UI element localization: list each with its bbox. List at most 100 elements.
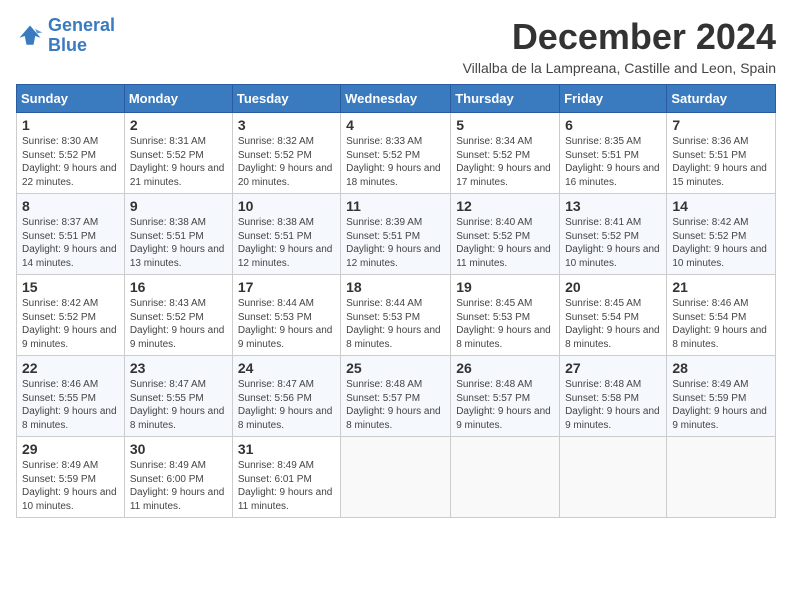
day-number: 26 bbox=[456, 360, 554, 376]
calendar-cell bbox=[451, 437, 560, 518]
cell-info: Sunrise: 8:32 AMSunset: 5:52 PMDaylight:… bbox=[238, 135, 335, 189]
cell-info: Sunrise: 8:48 AMSunset: 5:57 PMDaylight:… bbox=[346, 378, 445, 432]
day-number: 27 bbox=[565, 360, 661, 376]
day-header-monday: Monday bbox=[124, 85, 232, 113]
day-header-sunday: Sunday bbox=[17, 85, 125, 113]
cell-info: Sunrise: 8:44 AMSunset: 5:53 PMDaylight:… bbox=[346, 297, 445, 351]
day-number: 12 bbox=[456, 198, 554, 214]
day-number: 19 bbox=[456, 279, 554, 295]
day-number: 17 bbox=[238, 279, 335, 295]
calendar-cell: 9 Sunrise: 8:38 AMSunset: 5:51 PMDaylight… bbox=[124, 194, 232, 275]
cell-info: Sunrise: 8:43 AMSunset: 5:52 PMDaylight:… bbox=[130, 297, 227, 351]
day-number: 23 bbox=[130, 360, 227, 376]
calendar-cell bbox=[667, 437, 776, 518]
calendar-cell: 18 Sunrise: 8:44 AMSunset: 5:53 PMDayligh… bbox=[341, 275, 451, 356]
cell-info: Sunrise: 8:42 AMSunset: 5:52 PMDaylight:… bbox=[672, 216, 770, 270]
day-number: 4 bbox=[346, 117, 445, 133]
calendar-cell: 10 Sunrise: 8:38 AMSunset: 5:51 PMDayligh… bbox=[232, 194, 340, 275]
day-number: 14 bbox=[672, 198, 770, 214]
cell-info: Sunrise: 8:41 AMSunset: 5:52 PMDaylight:… bbox=[565, 216, 661, 270]
calendar-cell: 23 Sunrise: 8:47 AMSunset: 5:55 PMDayligh… bbox=[124, 356, 232, 437]
day-number: 13 bbox=[565, 198, 661, 214]
cell-info: Sunrise: 8:46 AMSunset: 5:54 PMDaylight:… bbox=[672, 297, 770, 351]
cell-info: Sunrise: 8:48 AMSunset: 5:57 PMDaylight:… bbox=[456, 378, 554, 432]
calendar-cell bbox=[560, 437, 667, 518]
calendar-cell: 11 Sunrise: 8:39 AMSunset: 5:51 PMDayligh… bbox=[341, 194, 451, 275]
calendar-cell: 17 Sunrise: 8:44 AMSunset: 5:53 PMDayligh… bbox=[232, 275, 340, 356]
calendar-cell: 4 Sunrise: 8:33 AMSunset: 5:52 PMDaylight… bbox=[341, 113, 451, 194]
calendar-cell: 29 Sunrise: 8:49 AMSunset: 5:59 PMDayligh… bbox=[17, 437, 125, 518]
calendar-cell: 24 Sunrise: 8:47 AMSunset: 5:56 PMDayligh… bbox=[232, 356, 340, 437]
day-number: 3 bbox=[238, 117, 335, 133]
day-number: 25 bbox=[346, 360, 445, 376]
calendar-cell: 19 Sunrise: 8:45 AMSunset: 5:53 PMDayligh… bbox=[451, 275, 560, 356]
calendar-cell: 8 Sunrise: 8:37 AMSunset: 5:51 PMDaylight… bbox=[17, 194, 125, 275]
day-number: 7 bbox=[672, 117, 770, 133]
cell-info: Sunrise: 8:48 AMSunset: 5:58 PMDaylight:… bbox=[565, 378, 661, 432]
calendar-table: SundayMondayTuesdayWednesdayThursdayFrid… bbox=[16, 84, 776, 518]
calendar-cell: 6Sunrise: 8:35 AMSunset: 5:51 PMDaylight… bbox=[560, 113, 667, 194]
calendar-cell: 25 Sunrise: 8:48 AMSunset: 5:57 PMDayligh… bbox=[341, 356, 451, 437]
calendar-cell bbox=[341, 437, 451, 518]
calendar-cell: 27 Sunrise: 8:48 AMSunset: 5:58 PMDayligh… bbox=[560, 356, 667, 437]
logo-icon bbox=[16, 22, 44, 50]
day-number: 8 bbox=[22, 198, 119, 214]
cell-info: Sunrise: 8:42 AMSunset: 5:52 PMDaylight:… bbox=[22, 297, 119, 351]
cell-info: Sunrise: 8:38 AMSunset: 5:51 PMDaylight:… bbox=[238, 216, 335, 270]
cell-info: Sunrise: 8:44 AMSunset: 5:53 PMDaylight:… bbox=[238, 297, 335, 351]
cell-info: Sunrise: 8:36 AMSunset: 5:51 PMDaylight:… bbox=[672, 135, 770, 189]
cell-info: Sunrise: 8:39 AMSunset: 5:51 PMDaylight:… bbox=[346, 216, 445, 270]
day-number: 15 bbox=[22, 279, 119, 295]
cell-info: Sunrise: 8:47 AMSunset: 5:55 PMDaylight:… bbox=[130, 378, 227, 432]
day-number: 22 bbox=[22, 360, 119, 376]
calendar-cell: 13 Sunrise: 8:41 AMSunset: 5:52 PMDayligh… bbox=[560, 194, 667, 275]
day-header-saturday: Saturday bbox=[667, 85, 776, 113]
calendar-cell: 7 Sunrise: 8:36 AMSunset: 5:51 PMDaylight… bbox=[667, 113, 776, 194]
cell-info: Sunrise: 8:34 AMSunset: 5:52 PMDaylight:… bbox=[456, 135, 554, 189]
day-number: 24 bbox=[238, 360, 335, 376]
calendar-week-2: 8 Sunrise: 8:37 AMSunset: 5:51 PMDaylight… bbox=[17, 194, 776, 275]
calendar-cell: 12Sunrise: 8:40 AMSunset: 5:52 PMDayligh… bbox=[451, 194, 560, 275]
day-number: 28 bbox=[672, 360, 770, 376]
page-header: General Blue December 2024 Villalba de l… bbox=[16, 16, 776, 76]
day-number: 30 bbox=[130, 441, 227, 457]
calendar-week-3: 15 Sunrise: 8:42 AMSunset: 5:52 PMDayligh… bbox=[17, 275, 776, 356]
cell-info: Sunrise: 8:33 AMSunset: 5:52 PMDaylight:… bbox=[346, 135, 445, 189]
day-number: 16 bbox=[130, 279, 227, 295]
calendar-cell: 26 Sunrise: 8:48 AMSunset: 5:57 PMDayligh… bbox=[451, 356, 560, 437]
calendar-week-5: 29 Sunrise: 8:49 AMSunset: 5:59 PMDayligh… bbox=[17, 437, 776, 518]
calendar-cell: 14 Sunrise: 8:42 AMSunset: 5:52 PMDayligh… bbox=[667, 194, 776, 275]
title-block: December 2024 Villalba de la Lampreana, … bbox=[463, 16, 776, 76]
cell-info: Sunrise: 8:37 AMSunset: 5:51 PMDaylight:… bbox=[22, 216, 119, 270]
day-number: 10 bbox=[238, 198, 335, 214]
cell-info: Sunrise: 8:49 AMSunset: 6:00 PMDaylight:… bbox=[130, 459, 227, 513]
cell-info: Sunrise: 8:31 AMSunset: 5:52 PMDaylight:… bbox=[130, 135, 227, 189]
cell-info: Sunrise: 8:45 AMSunset: 5:53 PMDaylight:… bbox=[456, 297, 554, 351]
day-number: 1 bbox=[22, 117, 119, 133]
cell-info: Sunrise: 8:47 AMSunset: 5:56 PMDaylight:… bbox=[238, 378, 335, 432]
day-number: 2 bbox=[130, 117, 227, 133]
calendar-cell: 20Sunrise: 8:45 AMSunset: 5:54 PMDayligh… bbox=[560, 275, 667, 356]
cell-info: Sunrise: 8:49 AMSunset: 5:59 PMDaylight:… bbox=[22, 459, 119, 513]
cell-info: Sunrise: 8:30 AMSunset: 5:52 PMDaylight:… bbox=[22, 135, 119, 189]
cell-info: Sunrise: 8:38 AMSunset: 5:51 PMDaylight:… bbox=[130, 216, 227, 270]
day-header-wednesday: Wednesday bbox=[341, 85, 451, 113]
calendar-cell: 28 Sunrise: 8:49 AMSunset: 5:59 PMDayligh… bbox=[667, 356, 776, 437]
day-number: 29 bbox=[22, 441, 119, 457]
calendar-cell: 1 Sunrise: 8:30 AMSunset: 5:52 PMDaylight… bbox=[17, 113, 125, 194]
logo: General Blue bbox=[16, 16, 115, 56]
day-number: 31 bbox=[238, 441, 335, 457]
calendar-cell: 2 Sunrise: 8:31 AMSunset: 5:52 PMDaylight… bbox=[124, 113, 232, 194]
calendar-week-4: 22 Sunrise: 8:46 AMSunset: 5:55 PMDayligh… bbox=[17, 356, 776, 437]
day-number: 11 bbox=[346, 198, 445, 214]
calendar-cell: 21Sunrise: 8:46 AMSunset: 5:54 PMDayligh… bbox=[667, 275, 776, 356]
day-number: 6 bbox=[565, 117, 661, 133]
day-number: 18 bbox=[346, 279, 445, 295]
cell-info: Sunrise: 8:46 AMSunset: 5:55 PMDaylight:… bbox=[22, 378, 119, 432]
day-number: 9 bbox=[130, 198, 227, 214]
calendar-week-1: 1 Sunrise: 8:30 AMSunset: 5:52 PMDaylight… bbox=[17, 113, 776, 194]
calendar-cell: 31Sunrise: 8:49 AMSunset: 6:01 PMDayligh… bbox=[232, 437, 340, 518]
cell-info: Sunrise: 8:49 AMSunset: 5:59 PMDaylight:… bbox=[672, 378, 770, 432]
day-header-thursday: Thursday bbox=[451, 85, 560, 113]
day-number: 5 bbox=[456, 117, 554, 133]
